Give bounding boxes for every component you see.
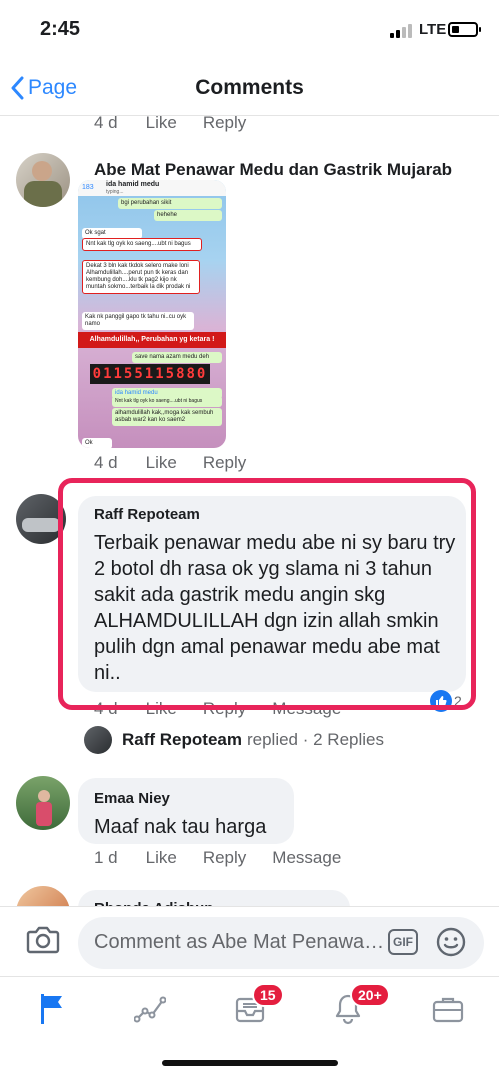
flag-icon — [41, 994, 62, 1024]
replier-name: Raff Repoteam — [122, 730, 242, 749]
replies-count: replied · 2 Replies — [246, 730, 384, 749]
status-time: 2:45 — [40, 18, 81, 40]
reply-button[interactable]: Reply — [203, 113, 246, 133]
avatar — [84, 726, 112, 754]
home-indicator — [162, 1060, 338, 1066]
phone-number: 01155115880 — [90, 364, 210, 384]
battery-icon — [448, 22, 481, 37]
message-button[interactable]: Message — [272, 848, 341, 868]
comment-bubble: Emaa Niey Maaf nak tau harga — [78, 778, 294, 844]
camera-icon[interactable] — [26, 925, 60, 960]
reaction-count[interactable]: 2 — [430, 690, 462, 712]
inbox-badge: 15 — [252, 983, 284, 1007]
gif-button[interactable]: GIF — [388, 929, 418, 955]
tab-pages[interactable] — [32, 991, 72, 1027]
view-replies[interactable]: Raff Repoteam replied · 2 Replies — [84, 726, 384, 754]
briefcase-icon — [432, 997, 464, 1023]
comment-image[interactable]: 183 ida hamid medu typing... bgi perubah… — [78, 180, 226, 448]
like-button[interactable]: Like — [146, 113, 177, 133]
like-button[interactable]: Like — [146, 699, 177, 719]
reply-button[interactable]: Reply — [203, 848, 246, 868]
status-bar: 2:45 LTE — [0, 0, 499, 60]
comment-text: Maaf nak tau harga — [94, 816, 267, 838]
like-button[interactable]: Like — [146, 453, 177, 473]
reply-button[interactable]: Reply — [203, 699, 246, 719]
commenter-name[interactable]: Emaa Niey — [94, 790, 170, 807]
network-label: LTE — [419, 21, 447, 38]
comment-time: 1 d — [94, 848, 118, 867]
comment-input[interactable]: Comment as Abe Mat Penawar Medu dan Gast… — [78, 917, 484, 969]
comment-bubble: Raff Repoteam Terbaik penawar medu abe n… — [78, 496, 466, 692]
reply-button[interactable]: Reply — [203, 453, 246, 473]
chart-line-icon — [134, 996, 166, 1023]
message-button[interactable]: Message — [272, 699, 341, 719]
avatar[interactable] — [16, 494, 66, 544]
chat-header: 183 ida hamid medu typing... — [78, 180, 226, 196]
comment-placeholder: Comment as Abe Mat Penawar Medu dan Gast… — [94, 931, 390, 953]
comment-time: 4 d — [94, 699, 118, 718]
image-banner: Alhamdulillah,, Perubahan yg ketara ! — [78, 332, 226, 348]
comment-actions: 4 d Like Reply Message — [94, 699, 367, 719]
comment-time: 4 d — [94, 453, 118, 472]
comment-actions: 4 d Like Reply — [94, 453, 272, 473]
comment-time: 4 d — [94, 113, 118, 132]
comment-text: Terbaik penawar medu abe ni sy baru try … — [94, 532, 456, 684]
tab-tools[interactable] — [428, 991, 468, 1027]
comment-composer: Comment as Abe Mat Penawar Medu dan Gast… — [0, 906, 499, 978]
notifications-badge: 20+ — [350, 983, 390, 1007]
avatar[interactable] — [16, 153, 70, 207]
page-title: Comments — [195, 76, 304, 99]
comment-actions: 4 d Like Reply — [94, 113, 272, 133]
comment-actions: 1 d Like Reply Message — [94, 848, 367, 868]
commenter-name[interactable]: Raff Repoteam — [94, 506, 200, 523]
commenter-name[interactable]: Abe Mat Penawar Medu dan Gastrik Mujarab — [94, 160, 452, 180]
emoji-icon[interactable] — [436, 927, 466, 962]
signal-icon — [390, 24, 414, 38]
avatar[interactable] — [16, 776, 70, 830]
like-button[interactable]: Like — [146, 848, 177, 868]
nav-bar: Page Comments — [0, 60, 499, 116]
like-reaction-icon — [430, 690, 452, 712]
tab-insights[interactable] — [130, 991, 170, 1027]
